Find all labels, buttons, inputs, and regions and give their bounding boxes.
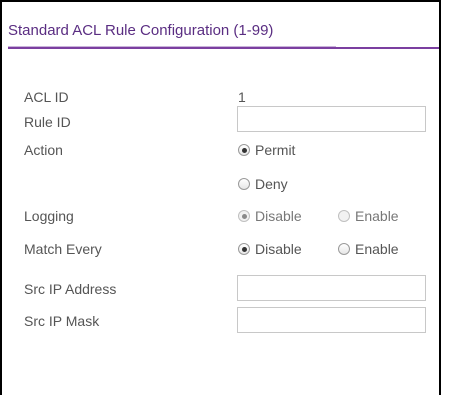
radio-unselected-icon xyxy=(238,178,250,190)
src-ip-address-input[interactable] xyxy=(237,275,426,301)
radio-selected-icon xyxy=(238,243,250,255)
match-every-disable-radio[interactable]: Disable xyxy=(238,241,302,257)
action-deny-radio[interactable]: Deny xyxy=(238,176,288,192)
src-ip-address-label: Src IP Address xyxy=(24,281,117,297)
match-every-enable-radio[interactable]: Enable xyxy=(338,241,399,257)
acl-id-label: ACL ID xyxy=(24,89,69,105)
rule-id-label: Rule ID xyxy=(24,114,71,130)
radio-selected-icon xyxy=(238,144,250,156)
action-label: Action xyxy=(24,142,63,158)
logging-enable-label: Enable xyxy=(355,208,399,224)
action-permit-label: Permit xyxy=(255,142,296,158)
logging-disable-radio: Disable xyxy=(238,208,302,224)
radio-unselected-icon xyxy=(338,243,350,255)
match-every-disable-label: Disable xyxy=(255,241,302,257)
radio-selected-icon xyxy=(238,210,250,222)
match-every-enable-label: Enable xyxy=(355,241,399,257)
action-permit-radio[interactable]: Permit xyxy=(238,142,295,158)
src-ip-mask-input[interactable] xyxy=(237,307,426,333)
acl-id-value: 1 xyxy=(238,89,246,105)
src-ip-mask-label: Src IP Mask xyxy=(24,313,100,329)
rule-id-input[interactable] xyxy=(237,106,426,132)
radio-unselected-icon xyxy=(338,210,350,222)
logging-label: Logging xyxy=(24,208,74,224)
panel-title: Standard ACL Rule Configuration (1-99) xyxy=(8,22,274,39)
acl-rule-panel: Standard ACL Rule Configuration (1-99) A… xyxy=(0,0,441,395)
logging-disable-label: Disable xyxy=(255,208,302,224)
logging-enable-radio: Enable xyxy=(338,208,399,224)
header-divider xyxy=(8,47,439,49)
action-deny-label: Deny xyxy=(255,176,288,192)
match-every-label: Match Every xyxy=(24,241,102,257)
